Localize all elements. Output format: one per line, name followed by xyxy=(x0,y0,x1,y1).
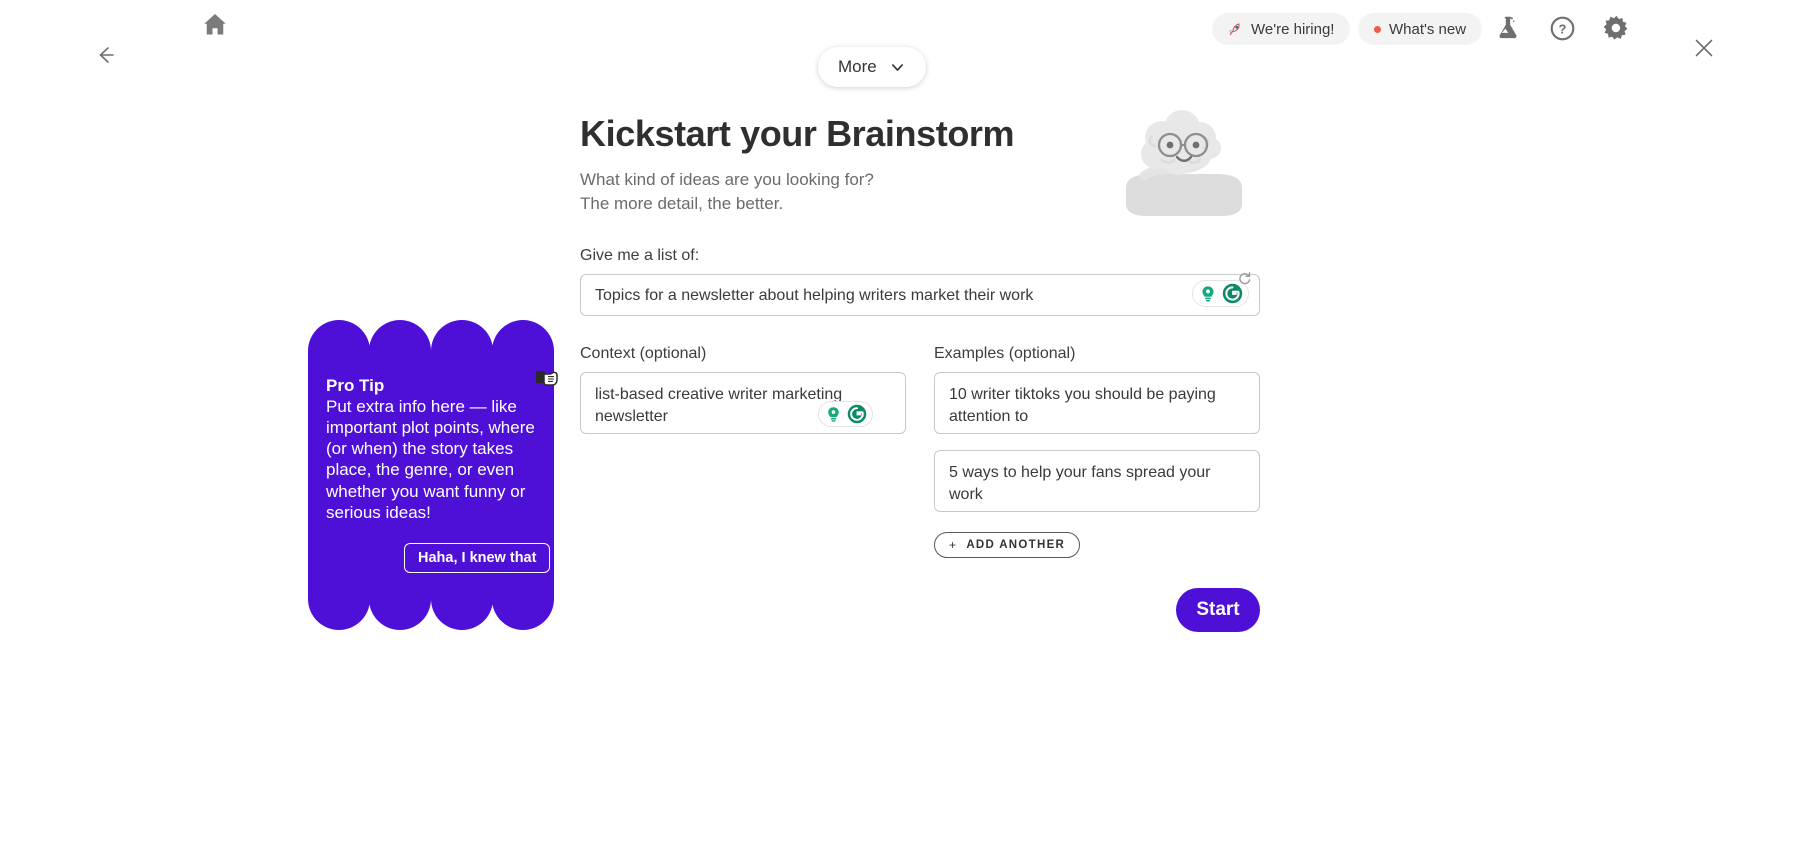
were-hiring-button[interactable]: We're hiring! xyxy=(1212,13,1350,45)
close-icon xyxy=(1693,37,1715,59)
home-button[interactable] xyxy=(196,6,234,44)
grammarly-g-icon[interactable] xyxy=(1222,283,1243,304)
lightbulb-icon[interactable] xyxy=(1198,284,1218,304)
help-circle-icon: ? xyxy=(1549,15,1576,42)
svg-text:?: ? xyxy=(1558,21,1566,36)
rocket-icon xyxy=(1228,22,1243,37)
grammarly-badge-main[interactable] xyxy=(1192,280,1249,307)
example-input[interactable]: 5 ways to help your fans spread your wor… xyxy=(934,450,1260,512)
close-button[interactable] xyxy=(1688,32,1720,64)
red-dot-icon xyxy=(1374,26,1381,33)
brainstorm-form-panel: Kickstart your Brainstorm What kind of i… xyxy=(580,112,1260,632)
grammarly-badge-context[interactable] xyxy=(818,401,873,427)
context-field-label: Context (optional) xyxy=(580,345,906,363)
page-subtitle-line2: The more detail, the better. xyxy=(580,192,1260,216)
plus-icon: + xyxy=(949,538,957,552)
whats-new-label: What's new xyxy=(1389,21,1466,38)
help-button[interactable]: ? xyxy=(1544,10,1580,46)
back-button[interactable] xyxy=(86,36,124,74)
context-input[interactable]: list-based creative writer marketing new… xyxy=(580,372,906,434)
refresh-icon[interactable] xyxy=(1237,271,1252,286)
settings-button[interactable] xyxy=(1598,10,1634,46)
whats-new-button[interactable]: What's new xyxy=(1358,13,1482,45)
optional-fields-row: Context (optional) list-based creative w… xyxy=(580,345,1260,632)
pro-tip-callout: Pro Tip Put extra info here — like impor… xyxy=(308,320,554,630)
grammarly-g-icon[interactable] xyxy=(847,404,867,424)
pro-tip-dismiss-button[interactable]: Haha, I knew that xyxy=(404,543,550,573)
mouse-cursor xyxy=(536,368,562,394)
pro-tip-title: Pro Tip xyxy=(326,376,538,396)
brainstorm-page: We're hiring! What's new ? xyxy=(0,0,1800,850)
start-button-label: Start xyxy=(1196,599,1239,621)
start-button-row: Start xyxy=(934,588,1260,632)
page-subtitle: What kind of ideas are you looking for? … xyxy=(580,168,1260,216)
context-column: Context (optional) list-based creative w… xyxy=(580,345,906,632)
list-input-value: Topics for a newsletter about helping wr… xyxy=(595,285,1033,307)
list-field-group: Give me a list of: Topics for a newslett… xyxy=(580,247,1260,316)
page-title: Kickstart your Brainstorm xyxy=(580,112,1260,155)
more-label: More xyxy=(838,57,877,77)
add-another-label: ADD ANOTHER xyxy=(966,539,1065,551)
pro-tip-content: Pro Tip Put extra info here — like impor… xyxy=(326,376,538,573)
chevron-down-icon xyxy=(889,59,906,76)
examples-column: Examples (optional) 10 writer tiktoks yo… xyxy=(934,345,1260,632)
lightbulb-icon[interactable] xyxy=(824,405,843,424)
add-another-button[interactable]: + ADD ANOTHER xyxy=(934,532,1080,558)
example-input-value: 10 writer tiktoks you should be paying a… xyxy=(949,386,1216,425)
flask-icon xyxy=(1495,15,1521,41)
pro-tip-body: Put extra info here — like important plo… xyxy=(326,396,538,524)
experiments-button[interactable] xyxy=(1490,10,1526,46)
pointing-hand-cursor-icon xyxy=(536,368,562,394)
gear-icon xyxy=(1602,14,1631,43)
page-subtitle-line1: What kind of ideas are you looking for? xyxy=(580,168,1260,192)
were-hiring-label: We're hiring! xyxy=(1251,21,1334,38)
list-input[interactable]: Topics for a newsletter about helping wr… xyxy=(580,274,1260,316)
list-field-label: Give me a list of: xyxy=(580,247,1260,265)
start-button[interactable]: Start xyxy=(1176,588,1260,632)
home-icon xyxy=(200,10,230,40)
arrow-left-icon xyxy=(92,42,118,68)
pro-tip-dismiss-label: Haha, I knew that xyxy=(418,550,536,566)
examples-field-label: Examples (optional) xyxy=(934,345,1260,363)
example-input[interactable]: 10 writer tiktoks you should be paying a… xyxy=(934,372,1260,434)
context-input-value: list-based creative writer marketing new… xyxy=(595,386,842,425)
example-input-value: 5 ways to help your fans spread your wor… xyxy=(949,464,1210,503)
more-dropdown-button[interactable]: More xyxy=(818,47,926,87)
